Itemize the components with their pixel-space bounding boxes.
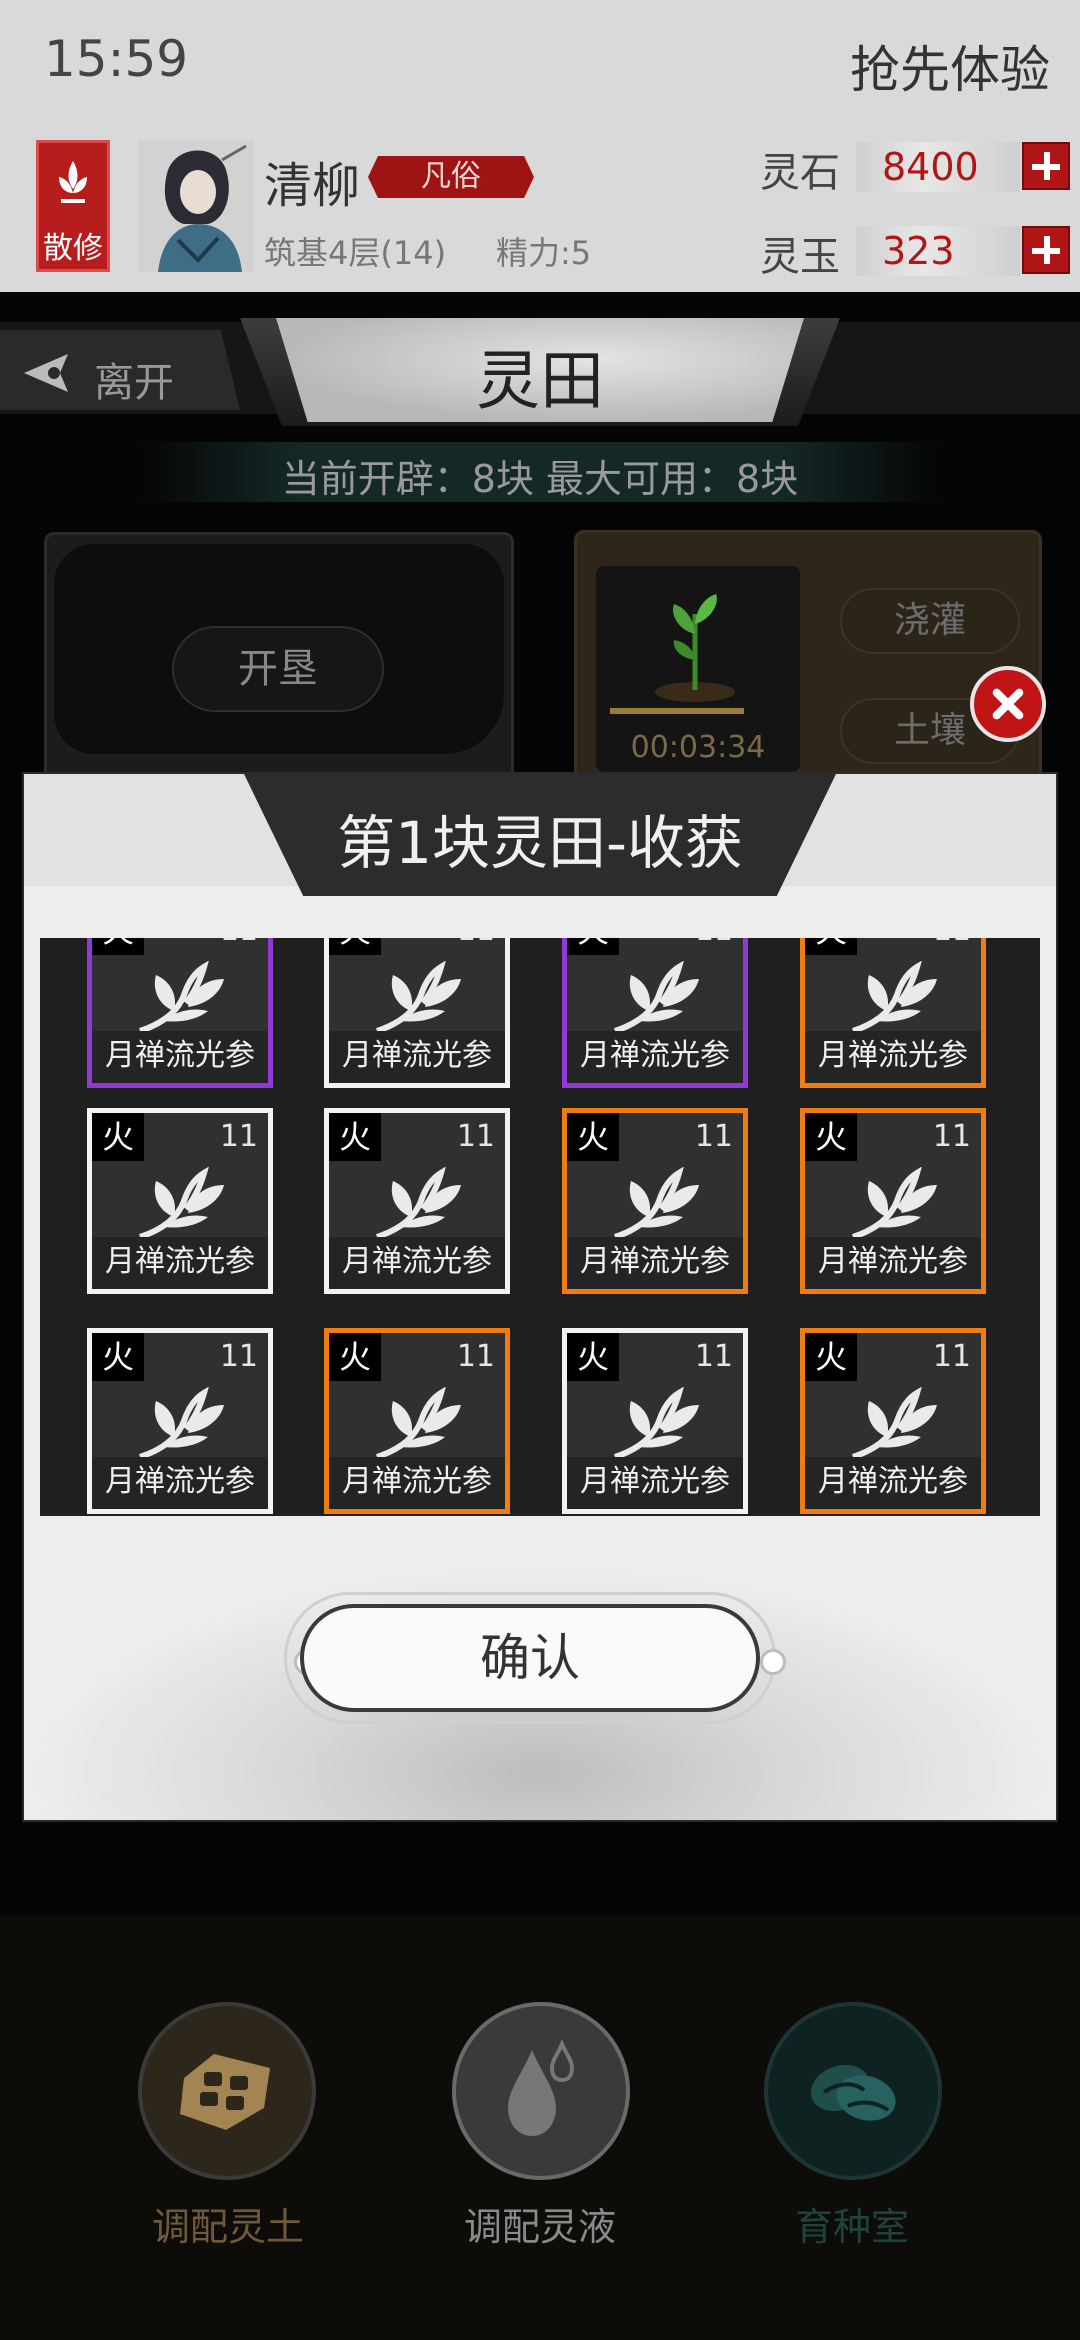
confirm-button[interactable]: 确认 [300, 1604, 760, 1712]
item-name: 月禅流光参 [567, 1237, 743, 1289]
player-name: 清柳 [264, 158, 361, 214]
element-tag: 火 [92, 1113, 144, 1161]
harvest-item[interactable]: 火 11 月禅流光参 [87, 938, 273, 1088]
leaf-icon [614, 1387, 699, 1460]
soil-icon [180, 2054, 270, 2130]
spirit-stone-value: 8400 [856, 142, 1020, 192]
item-name: 月禅流光参 [92, 1237, 268, 1289]
item-count: 11 [694, 1339, 733, 1374]
growth-progress-bar [610, 708, 744, 714]
harvest-item[interactable]: 火 11 月禅流光参 [324, 938, 510, 1088]
leaf-icon [139, 1167, 224, 1240]
cultivation-realm: 筑基4层(14) [264, 234, 447, 272]
clock-time: 15:59 [44, 30, 189, 88]
leaf-icon [614, 1167, 699, 1240]
item-name: 月禅流光参 [329, 1031, 505, 1083]
avatar[interactable] [138, 140, 254, 272]
add-spirit-stone-button[interactable] [1022, 142, 1070, 190]
harvest-item[interactable]: 火 11 月禅流光参 [562, 1108, 748, 1294]
harvest-item[interactable]: 火 11 月禅流光参 [800, 1328, 986, 1514]
item-count: 11 [457, 938, 495, 948]
element-tag: 火 [329, 938, 381, 955]
element-tag: 火 [567, 1113, 619, 1161]
mix-soil-button[interactable] [138, 2002, 316, 2180]
page-title: 灵田 [476, 345, 604, 419]
modal-title: 第1块灵田-收获 [337, 809, 743, 877]
leaf-icon [852, 1387, 937, 1460]
harvest-item[interactable]: 火 11 月禅流光参 [87, 1328, 273, 1514]
add-spirit-jade-button[interactable] [1022, 226, 1070, 274]
confirm-frame-dot-right [760, 1649, 786, 1675]
harvest-item[interactable]: 火 11 月禅流光参 [800, 1108, 986, 1294]
leaf-icon [614, 961, 699, 1034]
item-count: 11 [695, 938, 733, 948]
item-count: 11 [933, 938, 971, 948]
spirit-jade-value: 323 [856, 226, 1020, 276]
item-name: 月禅流光参 [329, 1457, 505, 1509]
sect-label: 散修 [43, 231, 103, 266]
seed-room-label: 育种室 [794, 2205, 909, 2249]
field-info-text: 当前开辟：8块 最大可用：8块 [281, 457, 799, 501]
element-tag: 火 [567, 938, 619, 955]
early-access-button[interactable]: 抢先体验 [850, 30, 1050, 102]
droplet-icon [508, 2040, 575, 2136]
leaf-icon [376, 1167, 461, 1240]
item-name: 月禅流光参 [805, 1457, 981, 1509]
element-tag: 火 [329, 1333, 381, 1381]
mix-liquid-button[interactable] [452, 2002, 630, 2180]
sprout-icon [655, 594, 735, 702]
item-name: 月禅流光参 [329, 1237, 505, 1289]
leaf-icon [139, 1387, 224, 1460]
element-tag: 火 [329, 1113, 381, 1161]
harvest-item[interactable]: 火 11 月禅流光参 [562, 938, 748, 1088]
water-button[interactable]: 浇灌 [840, 588, 1020, 654]
element-tag: 火 [92, 1333, 144, 1381]
item-name: 月禅流光参 [805, 1031, 981, 1083]
element-tag: 火 [805, 1113, 857, 1161]
harvest-item[interactable]: 火 11 月禅流光参 [324, 1108, 510, 1294]
spirit-jade-label: 灵玉 [760, 234, 840, 280]
element-tag: 火 [567, 1333, 619, 1381]
item-count: 11 [219, 1119, 258, 1154]
harvest-item[interactable]: 火 11 月禅流光参 [87, 1108, 273, 1294]
sect-badge[interactable]: 散修 [36, 140, 110, 272]
energy-value: 精力:5 [496, 234, 592, 272]
item-name: 月禅流光参 [92, 1031, 268, 1083]
item-count: 11 [220, 938, 258, 948]
leaf-icon [852, 1167, 937, 1240]
item-name: 月禅流光参 [567, 1457, 743, 1509]
element-tag: 火 [92, 938, 144, 955]
item-name: 月禅流光参 [805, 1237, 981, 1289]
leaf-icon [852, 961, 937, 1034]
harvest-item[interactable]: 火 11 月禅流光参 [800, 938, 986, 1088]
leaf-icon [376, 961, 461, 1034]
rank-badge: 凡俗 [368, 156, 534, 198]
item-count: 11 [932, 1119, 971, 1154]
item-name: 月禅流光参 [92, 1457, 268, 1509]
item-count: 11 [932, 1339, 971, 1374]
lotus-icon [59, 161, 87, 203]
growth-timer: 00:03:34 [630, 730, 766, 765]
element-tag: 火 [805, 1333, 857, 1381]
leaf-icon [376, 1387, 461, 1460]
item-count: 11 [456, 1339, 495, 1374]
harvest-item[interactable]: 火 11 月禅流光参 [562, 1328, 748, 1514]
close-icon[interactable] [970, 666, 1046, 742]
harvest-item-grid[interactable]: 火11月禅流光参火11月禅流光参火11月禅流光参火11月禅流光参火11月禅流光参… [40, 938, 1040, 1516]
seed-room-button[interactable] [764, 2002, 942, 2180]
mix-soil-label: 调配灵土 [151, 2205, 304, 2249]
item-count: 11 [456, 1119, 495, 1154]
item-count: 11 [694, 1119, 733, 1154]
element-tag: 火 [805, 938, 857, 955]
reclaim-button[interactable]: 开垦 [172, 626, 384, 712]
seed-icon [810, 2064, 896, 2121]
item-name: 月禅流光参 [567, 1031, 743, 1083]
harvest-item[interactable]: 火 11 月禅流光参 [324, 1328, 510, 1514]
leaf-icon [139, 961, 224, 1034]
mix-liquid-label: 调配灵液 [463, 2205, 616, 2249]
item-count: 11 [219, 1339, 258, 1374]
spirit-stone-label: 灵石 [760, 150, 840, 196]
character-portrait [138, 140, 254, 272]
